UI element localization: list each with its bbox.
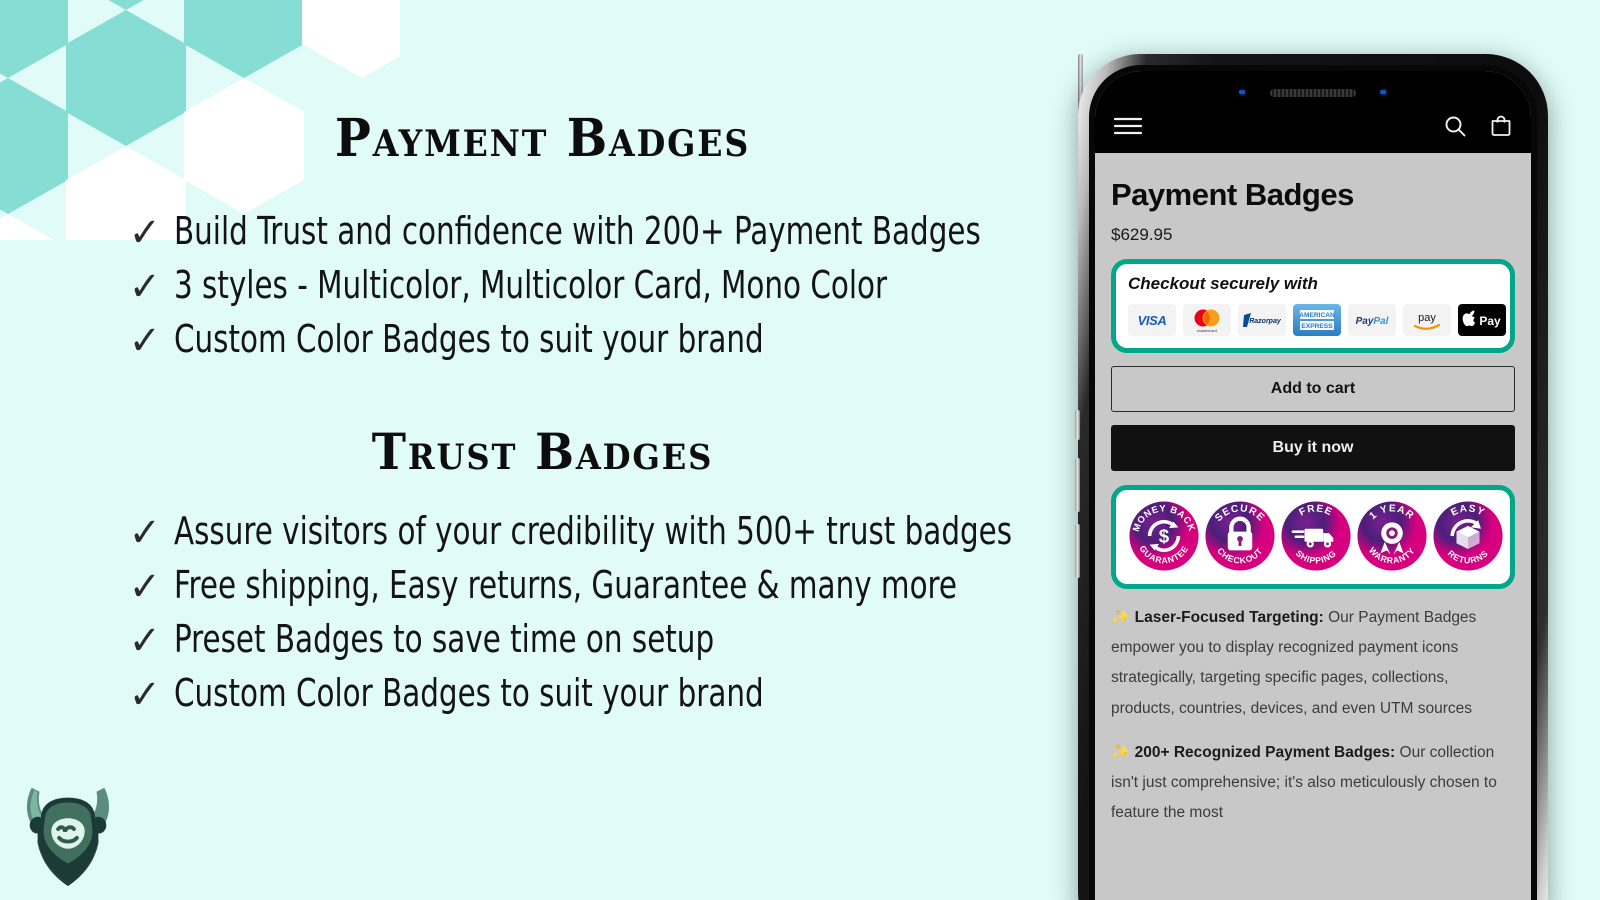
description-lead: Laser-Focused Targeting:: [1134, 609, 1324, 626]
description-paragraph: ✨ 200+ Recognized Payment Badges: Our co…: [1111, 738, 1515, 829]
volume-up-button[interactable]: [1075, 458, 1080, 512]
volume-down-button[interactable]: [1075, 524, 1080, 578]
check-icon: ✓: [128, 211, 161, 255]
trust-badge-row: MONEY BACK GUARANTEE $ SECURE CHECKOUT F…: [1128, 500, 1503, 572]
trust-badge-secure-checkout: SECURE CHECKOUT: [1205, 501, 1275, 571]
svg-text:VISA: VISA: [1138, 313, 1167, 328]
product-title: Payment Badges: [1111, 177, 1354, 212]
description-lead: 200+ Recognized Payment Badges:: [1134, 743, 1396, 761]
check-icon: ✓: [128, 265, 161, 310]
list-item: ✓ Preset Badges to save time on setup: [128, 617, 1085, 664]
trust-badge-free-shipping: FREE SHIPPING: [1281, 501, 1351, 571]
list-item-label: Custom Color Badges to suit your brand: [173, 317, 764, 362]
checkout-securely-label: Checkout securely with: [1128, 274, 1318, 293]
camera-cluster: [1095, 87, 1531, 98]
product-price: $629.95: [1111, 225, 1173, 244]
add-to-cart-button[interactable]: Add to cart: [1111, 366, 1515, 412]
trust-badges-card: MONEY BACK GUARANTEE $ SECURE CHECKOUT F…: [1111, 485, 1515, 589]
front-camera-dot-icon: [1378, 87, 1389, 98]
check-icon: ✓: [128, 619, 161, 664]
trust-badge-easy-returns: EASY RETURNS: [1433, 501, 1503, 571]
check-icon: ✓: [128, 319, 161, 364]
product-description: ✨ Laser-Focused Targeting: Our Payment B…: [1095, 603, 1531, 829]
feature-list-payment-badges: ✓ Build Trust and confidence with 200+ P…: [0, 209, 1085, 364]
svg-text:EXPRESS: EXPRESS: [1301, 323, 1333, 330]
svg-text:PayPal: PayPal: [1356, 316, 1389, 327]
list-item-label: Free shipping, Easy returns, Guarantee &…: [173, 563, 957, 608]
list-item: ✓ Build Trust and confidence with 200+ P…: [128, 209, 1085, 255]
list-item: ✓ Free shipping, Easy returns, Guarantee…: [128, 563, 1085, 610]
payment-badge-razorpay: Razorpay: [1238, 304, 1286, 336]
bull-head-logo: [26, 787, 110, 886]
svg-text:$: $: [1159, 525, 1170, 546]
payment-badge-apple-pay: Pay: [1458, 304, 1506, 336]
payment-badge-american-express: AMERICAN EXPRESS: [1293, 304, 1341, 336]
payment-badge-mastercard: mastercard: [1183, 304, 1231, 336]
list-item: ✓ 3 styles - Multicolor, Multicolor Card…: [128, 263, 1085, 310]
list-item: ✓ Custom Color Badges to suit your brand: [128, 671, 1085, 718]
page-title-payment-badges: Payment Badges: [334, 108, 751, 169]
hamburger-menu-icon[interactable]: [1113, 115, 1143, 142]
product-page-content: Payment Badges $629.95 Checkout securely…: [1095, 153, 1531, 589]
store-header-bar: [1113, 114, 1513, 143]
svg-text:Pay: Pay: [1479, 314, 1501, 328]
payment-badge-visa: VISA: [1128, 304, 1176, 336]
phone-status-bar: [1095, 71, 1531, 153]
payment-badge-amazon-pay: pay: [1403, 304, 1451, 336]
payment-badge-paypal: PayPal: [1348, 304, 1396, 336]
buy-it-now-button[interactable]: Buy it now: [1111, 425, 1515, 471]
phone-mockup: Payment Badges $629.95 Checkout securely…: [1075, 54, 1548, 900]
svg-text:pay: pay: [1418, 312, 1436, 324]
list-item: ✓ Custom Color Badges to suit your brand: [128, 317, 1085, 364]
check-icon: ✓: [128, 511, 161, 556]
front-camera-dot-icon: [1237, 87, 1248, 98]
left-content-panel: Payment Badges ✓ Build Trust and confide…: [0, 0, 1085, 900]
mute-switch[interactable]: [1075, 410, 1080, 440]
list-item: ✓ Assure visitors of your credibility wi…: [128, 509, 1085, 556]
list-item-label: 3 styles - Multicolor, Multicolor Card, …: [173, 263, 887, 308]
trust-badge-money-back-guarantee: MONEY BACK GUARANTEE $: [1129, 501, 1199, 571]
page-title-trust-badges: Trust Badges: [371, 422, 714, 482]
trust-badge-one-year-warranty: 1 YEAR WARRANTY: [1357, 501, 1427, 571]
list-item-label: Preset Badges to save time on setup: [173, 617, 714, 662]
phone-screen: Payment Badges $629.95 Checkout securely…: [1095, 71, 1531, 900]
description-paragraph: ✨ Laser-Focused Targeting: Our Payment B…: [1111, 603, 1515, 724]
svg-text:mastercard: mastercard: [1197, 328, 1217, 333]
feature-list-trust-badges: ✓ Assure visitors of your credibility wi…: [0, 509, 1085, 718]
payment-badges-card: Checkout securely with VISA mastercard R…: [1111, 259, 1515, 353]
sparkles-icon: ✨: [1111, 609, 1131, 626]
list-item-label: Custom Color Badges to suit your brand: [173, 671, 764, 716]
check-icon: ✓: [128, 565, 161, 610]
check-icon: ✓: [128, 673, 161, 718]
list-item-label: Assure visitors of your credibility with…: [173, 509, 1012, 554]
svg-text:AMERICAN: AMERICAN: [1299, 312, 1335, 319]
phone-bezel: Payment Badges $629.95 Checkout securely…: [1089, 65, 1537, 900]
search-icon[interactable]: [1443, 114, 1467, 143]
earpiece-speaker-grille-icon: [1270, 88, 1356, 97]
sparkles-icon: ✨: [1111, 743, 1131, 761]
list-item-label: Build Trust and confidence with 200+ Pay…: [173, 209, 981, 253]
payment-badge-row: VISA mastercard Razorpay AMERICAN EXPRES…: [1128, 304, 1506, 336]
svg-text:Razorpay: Razorpay: [1249, 318, 1282, 325]
shopping-bag-icon[interactable]: [1489, 114, 1513, 143]
